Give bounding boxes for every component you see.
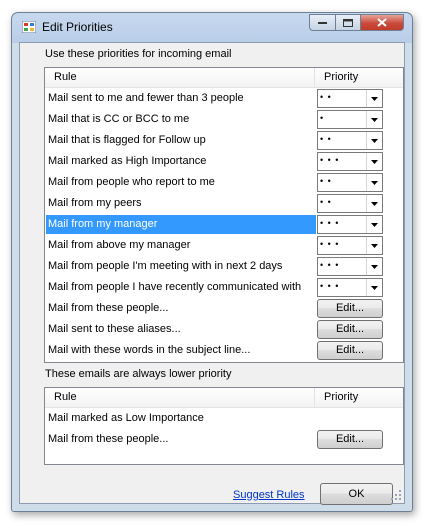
arrow-down-icon[interactable] [366, 111, 382, 128]
incoming-rows: Mail sent to me and fewer than 3 people •… [45, 88, 403, 361]
arrow-down-icon[interactable] [366, 279, 382, 296]
arrow-down-icon[interactable] [366, 174, 382, 191]
caption-buttons [309, 14, 404, 31]
priority-dropdown[interactable]: • • [317, 173, 383, 192]
priority-dropdown[interactable]: • • • [317, 278, 383, 297]
incoming-list-header: Rule Priority [45, 68, 403, 88]
rule-label: Mail from above my manager [48, 239, 191, 251]
edit-button[interactable]: Edit... [317, 320, 383, 339]
priority-dropdown[interactable]: • • • [317, 152, 383, 171]
rule-row[interactable]: Mail sent to me and fewer than 3 people •… [45, 88, 403, 109]
close-button[interactable] [361, 14, 404, 31]
rule-row[interactable]: Mail marked as Low Importance [45, 408, 403, 429]
rule-row[interactable]: Mail from people who report to me • • [45, 172, 403, 193]
arrow-down-icon[interactable] [366, 216, 382, 233]
priority-value: • • [320, 92, 332, 102]
rule-row[interactable]: Mail from these people... Edit... [45, 429, 403, 450]
close-icon [377, 18, 387, 27]
ok-button[interactable]: OK [320, 483, 393, 505]
rule-label: Mail marked as Low Importance [48, 412, 204, 424]
maximize-button[interactable] [335, 14, 361, 31]
arrow-down-icon[interactable] [366, 195, 382, 212]
rule-row[interactable]: Mail from my manager • • • [45, 214, 403, 235]
rule-label: Mail marked as High Importance [48, 155, 207, 167]
rule-row[interactable]: Mail that is flagged for Follow up • • [45, 130, 403, 151]
rule-row[interactable]: Mail from my peers • • [45, 193, 403, 214]
rule-label: Mail with these words in the subject lin… [48, 344, 251, 356]
rule-column-header[interactable]: Rule [45, 68, 315, 87]
rule-row[interactable]: Mail sent to these aliases... Edit... [45, 319, 403, 340]
rule-row[interactable]: Mail from these people... Edit... [45, 298, 403, 319]
priority-value: • • [320, 134, 332, 144]
priority-dropdown[interactable]: • • • [317, 257, 383, 276]
lower-priority-list[interactable]: Rule Priority Mail marked as Low Importa… [44, 387, 404, 465]
rule-row[interactable]: Mail from people I'm meeting with in nex… [45, 256, 403, 277]
lower-section-label: These emails are always lower priority [45, 368, 232, 380]
arrow-down-icon[interactable] [366, 258, 382, 275]
arrow-down-icon[interactable] [366, 90, 382, 107]
arrow-down-icon[interactable] [366, 153, 382, 170]
rule-label: Mail that is CC or BCC to me [48, 113, 190, 125]
priority-value: • • • [320, 281, 340, 291]
priority-dropdown[interactable]: • • [317, 89, 383, 108]
rule-label: Mail from people I'm meeting with in nex… [48, 260, 283, 272]
priority-dropdown[interactable]: • • • [317, 215, 383, 234]
edit-button[interactable]: Edit... [317, 299, 383, 318]
lower-list-header: Rule Priority [45, 388, 403, 408]
rule-label: Mail from my manager [46, 215, 316, 234]
rule-row[interactable]: Mail marked as High Importance • • • [45, 151, 403, 172]
rule-label: Mail that is flagged for Follow up [48, 134, 206, 146]
incoming-section-label: Use these priorities for incoming email [45, 48, 232, 60]
priority-value: • • • [320, 155, 340, 165]
arrow-down-icon[interactable] [366, 132, 382, 149]
minimize-button[interactable] [309, 14, 335, 31]
priority-value: • • [320, 197, 332, 207]
priority-value: • • • [320, 218, 340, 228]
priority-dropdown[interactable]: • • [317, 131, 383, 150]
edit-priorities-window: Edit Priorities Use these priorities for… [11, 12, 413, 512]
rule-label: Mail from these people... [48, 433, 169, 445]
rule-label: Mail sent to these aliases... [48, 323, 181, 335]
rule-row[interactable]: Mail from above my manager • • • [45, 235, 403, 256]
rule-label: Mail from people I have recently communi… [48, 281, 302, 293]
maximize-icon [343, 18, 353, 27]
rule-row[interactable]: Mail from people I have recently communi… [45, 277, 403, 298]
edit-button[interactable]: Edit... [317, 341, 383, 360]
priority-value: • • [320, 176, 332, 186]
window-title: Edit Priorities [42, 20, 113, 34]
incoming-rules-list[interactable]: Rule Priority Mail sent to me and fewer … [44, 67, 404, 363]
priority-value: • • • [320, 239, 340, 249]
priority-column-header[interactable]: Priority [315, 388, 403, 407]
priority-value: • • • [320, 260, 340, 270]
title-bar[interactable]: Edit Priorities [12, 13, 412, 41]
priority-dropdown[interactable]: • • [317, 194, 383, 213]
rule-column-header[interactable]: Rule [45, 388, 315, 407]
rule-label: Mail from these people... [48, 302, 169, 314]
priority-column-header[interactable]: Priority [315, 68, 403, 87]
edit-button[interactable]: Edit... [317, 430, 383, 449]
minimize-icon [318, 22, 327, 24]
rule-row[interactable]: Mail with these words in the subject lin… [45, 340, 403, 361]
priority-value: • [320, 113, 325, 123]
app-icon [22, 21, 36, 33]
rule-label: Mail sent to me and fewer than 3 people [48, 92, 244, 104]
rule-row[interactable]: Mail that is CC or BCC to me • [45, 109, 403, 130]
rule-label: Mail from my peers [48, 197, 142, 209]
suggest-rules-link[interactable]: Suggest Rules [233, 489, 305, 501]
priority-dropdown[interactable]: • • • [317, 236, 383, 255]
rule-label: Mail from people who report to me [48, 176, 215, 188]
dialog-client-area: Use these priorities for incoming email … [19, 42, 405, 505]
lower-rows: Mail marked as Low Importance Mail from t… [45, 408, 403, 450]
resize-grip-icon[interactable] [391, 490, 402, 501]
arrow-down-icon[interactable] [366, 237, 382, 254]
priority-dropdown[interactable]: • [317, 110, 383, 129]
